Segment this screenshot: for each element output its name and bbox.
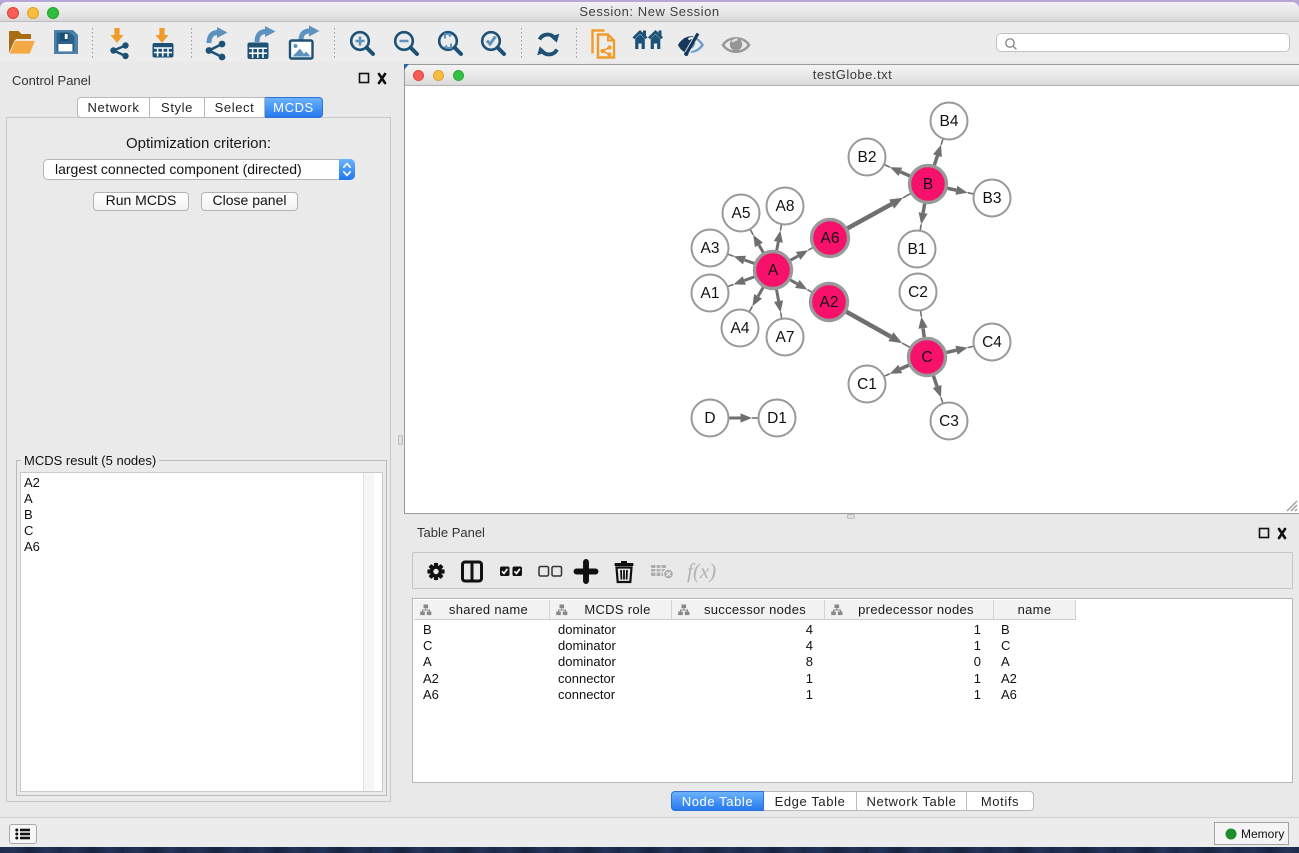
svg-text:C4: C4: [982, 334, 1002, 351]
svg-text:A4: A4: [730, 320, 749, 337]
svg-text:D1: D1: [767, 410, 787, 427]
svg-text:C2: C2: [908, 284, 928, 301]
svg-text:B4: B4: [939, 113, 958, 130]
svg-text:C1: C1: [857, 376, 877, 393]
svg-text:f(x): f(x): [687, 559, 716, 583]
svg-text:D: D: [704, 410, 715, 427]
svg-text:C: C: [921, 349, 932, 366]
svg-text:B1: B1: [907, 241, 926, 258]
svg-text:B: B: [922, 176, 932, 193]
svg-text:A7: A7: [775, 329, 794, 346]
svg-text:A8: A8: [775, 198, 794, 215]
svg-text:A5: A5: [731, 205, 750, 222]
svg-text:A1: A1: [700, 285, 719, 302]
svg-text:B3: B3: [982, 190, 1001, 207]
svg-text:C3: C3: [939, 413, 959, 430]
svg-text:A: A: [767, 262, 778, 279]
svg-text:A2: A2: [819, 294, 838, 311]
svg-text:A6: A6: [820, 230, 839, 247]
svg-text:B2: B2: [857, 149, 876, 166]
svg-text:A3: A3: [700, 240, 719, 257]
